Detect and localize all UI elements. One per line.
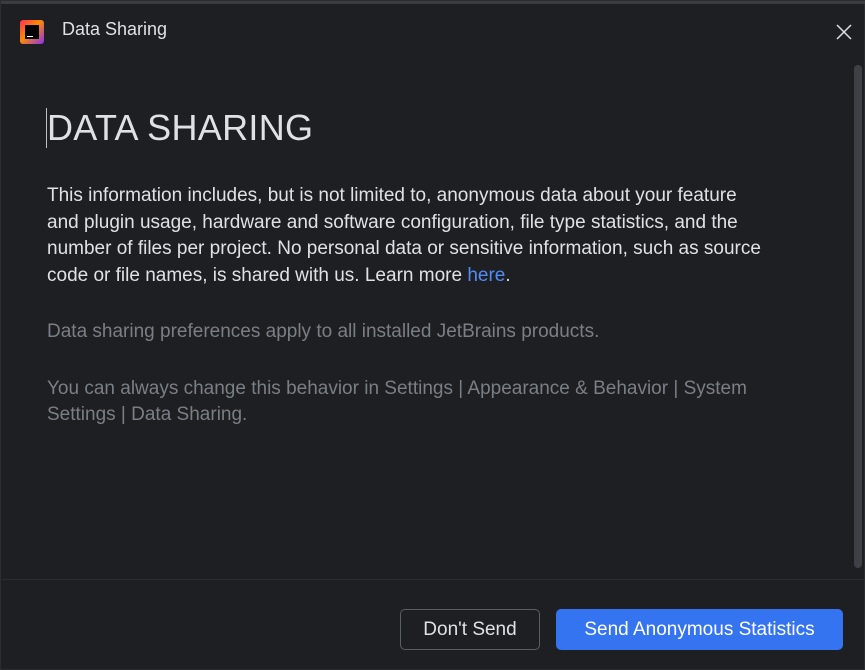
description-text: This information includes, but is not li…: [47, 185, 761, 286]
description-trailing: .: [505, 264, 511, 286]
close-icon: [836, 24, 852, 40]
app-icon-inner: [25, 25, 39, 39]
settings-note: You can always change this behavior in S…: [47, 377, 747, 426]
footer-divider: [2, 579, 865, 580]
preferences-note: Data sharing preferences apply to all in…: [47, 321, 600, 342]
page-title: DATA SHARING: [47, 107, 314, 148]
jetbrains-app-icon: [20, 20, 44, 44]
learn-more-link[interactable]: here: [467, 265, 505, 286]
vertical-scrollbar[interactable]: [854, 65, 862, 568]
description-paragraph: This information includes, but is not li…: [47, 183, 767, 289]
app-icon-bar: [27, 36, 33, 37]
title-bar: Data Sharing: [1, 4, 865, 58]
close-button[interactable]: [832, 20, 856, 44]
text-caret: [46, 108, 47, 148]
dont-send-button[interactable]: Don't Send: [400, 609, 540, 650]
dialog-content: DATA SHARING This information includes, …: [46, 101, 767, 429]
dialog-window: Data Sharing DATA SHARING This informati…: [0, 0, 865, 670]
window-title: Data Sharing: [62, 19, 168, 39]
send-anonymous-statistics-button[interactable]: Send Anonymous Statistics: [556, 609, 843, 650]
